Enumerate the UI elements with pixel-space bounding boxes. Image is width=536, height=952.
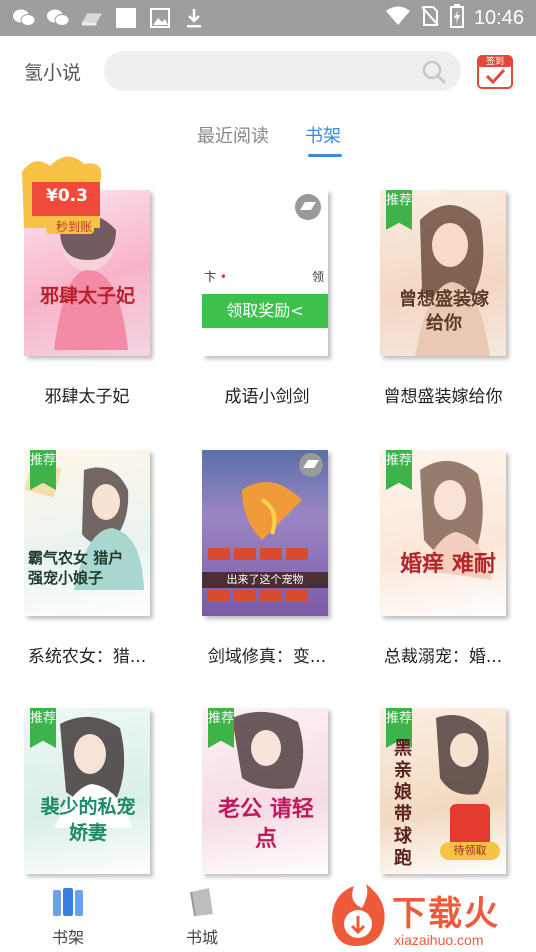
wifi-icon [385,6,410,30]
cover-title: 霸气农女 猎户 强宠小娘子 [28,549,124,587]
promo-subtitle: 秒到账 [56,220,93,234]
bookstore-icon [162,886,242,920]
cover-title: 黑亲娘带球跑 [394,738,412,869]
promo-price: ¥0.3 [46,186,88,206]
signin-calendar-icon[interactable]: 签到 [476,52,514,90]
watermark-logo: 下载火 xiazaihuo.com [318,880,536,952]
cover-title: 婚痒 难耐 [400,551,496,577]
wechat-icon [12,7,36,29]
nav-label: 书架 [51,928,84,947]
nav-bookshelf[interactable]: 书架 [28,886,108,948]
search-input[interactable] [104,51,461,91]
promo-badge[interactable]: ¥0.3 秒到账 [16,154,108,238]
wechat-icon [46,7,70,29]
nav-bookstore[interactable]: 书城 [162,886,242,948]
image-icon [148,7,172,29]
book-title: 邪肆太子妃 [44,387,130,407]
download-icon [182,7,206,29]
cover-title: 曾想盛装嫁给你 [399,289,489,334]
square-app-icon [114,7,138,29]
book-title: 剑域修真：变... [207,647,327,667]
book-title: 成语小剑剑 [224,387,310,407]
app-title: 氢小说 [24,62,82,84]
ad-right-mark: 领 [311,270,324,284]
book-title: 曾想盛装嫁给你 [383,387,503,407]
status-bar: 10:46 [0,0,536,36]
book-cover[interactable]: 推荐 裴少的私宠娇妻 [24,708,150,874]
nav-label: 书城 [185,928,218,947]
books-icon [80,7,104,29]
shelf-tabs: 最近阅读 书架 [0,118,536,158]
book-cover[interactable]: 推荐 黑亲娘带球跑 待领取 [380,708,506,874]
bookshelf-icon [28,886,108,920]
watermark-text: 下载火 [392,894,500,934]
ad-left-mark: 卞 • [204,270,227,284]
book-title: 系统农女：猎... [27,647,147,667]
book-cover[interactable]: 出来了这个宠物 [202,450,328,616]
signin-label: 签到 [485,57,504,67]
status-time: 10:46 [473,6,524,29]
tab-recent-reading[interactable]: 最近阅读 [197,122,269,148]
cover-title: 裴少的私宠娇妻 [40,796,136,844]
search-icon[interactable] [421,59,447,85]
active-tab-indicator [308,154,342,157]
book-cover[interactable]: 卞 • 领 领取奖励< [202,190,328,356]
cover-title: 邪肆太子妃 [39,285,135,307]
book-cover[interactable]: 推荐 婚痒 难耐 [380,450,506,616]
claim-reward-button[interactable]: 领取奖励< [202,294,328,328]
book-cover[interactable]: 推荐 曾想盛装嫁给你 [380,190,506,356]
game-banner: 出来了这个宠物 [202,572,328,588]
book-title: 总裁溺宠：婚... [383,647,503,667]
battery-charging-icon [449,4,464,32]
book-cover[interactable]: 推荐 老公 请轻点 [202,708,328,874]
no-sim-icon [420,5,440,31]
ad-corner-icon [298,452,324,482]
cover-title: 老公 请轻点 [218,796,314,852]
book-cover[interactable]: 推荐 霸气农女 猎户 强宠小娘子 [24,450,150,616]
top-bar: 氢小说 签到 [0,36,536,106]
red-packet-label: 待领取 [440,842,500,860]
tab-bookshelf[interactable]: 书架 [305,122,341,148]
ad-corner-icon [294,193,322,225]
watermark-url: xiazaihuo.com [394,932,484,948]
